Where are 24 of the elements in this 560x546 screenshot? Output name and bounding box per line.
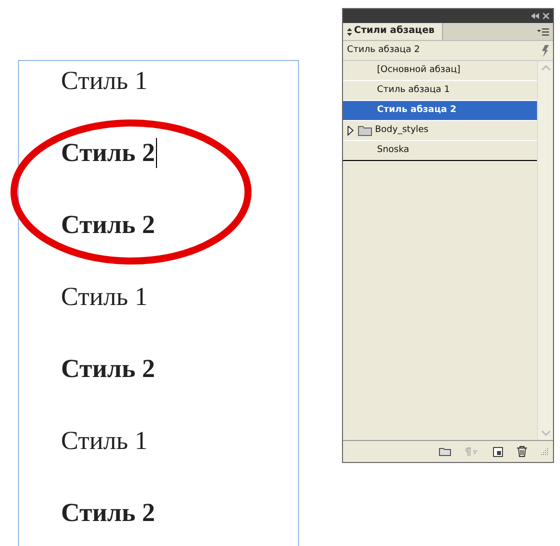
style-item[interactable]: Body_styles (343, 121, 537, 141)
style-item[interactable]: [Основной абзац] (343, 61, 537, 81)
menu-icon[interactable] (537, 28, 549, 36)
panel-tab[interactable]: Стили абзацев (343, 23, 443, 40)
stepper-icon (347, 28, 352, 36)
folder-icon[interactable] (439, 447, 451, 456)
style-item[interactable]: Snoska (343, 141, 537, 161)
paragraph-text: Стиль 2 (61, 209, 156, 241)
style-item[interactable]: Стиль абзаца 2 (343, 101, 537, 121)
close-icon[interactable] (543, 13, 549, 19)
current-style-label: Стиль абзаца 2 (347, 44, 420, 57)
new-style-icon[interactable] (493, 446, 503, 456)
paragraph-text: Стиль 1 (61, 65, 148, 97)
folder-icon (358, 125, 372, 136)
disclosure-triangle-icon[interactable] (347, 126, 355, 136)
trash-icon[interactable] (517, 446, 527, 457)
scrollbar[interactable] (537, 61, 553, 440)
paragraph-text: Стиль 2 (61, 353, 156, 385)
paragraph-text: Стиль 2 (61, 497, 156, 529)
lightning-icon[interactable] (542, 44, 549, 56)
paragraph-text: Стиль 1 (61, 425, 148, 457)
collapse-icon[interactable] (531, 13, 539, 19)
paragraph-text: Стиль 1 (61, 281, 148, 313)
paragraph-text: Стиль 2 (61, 137, 156, 169)
